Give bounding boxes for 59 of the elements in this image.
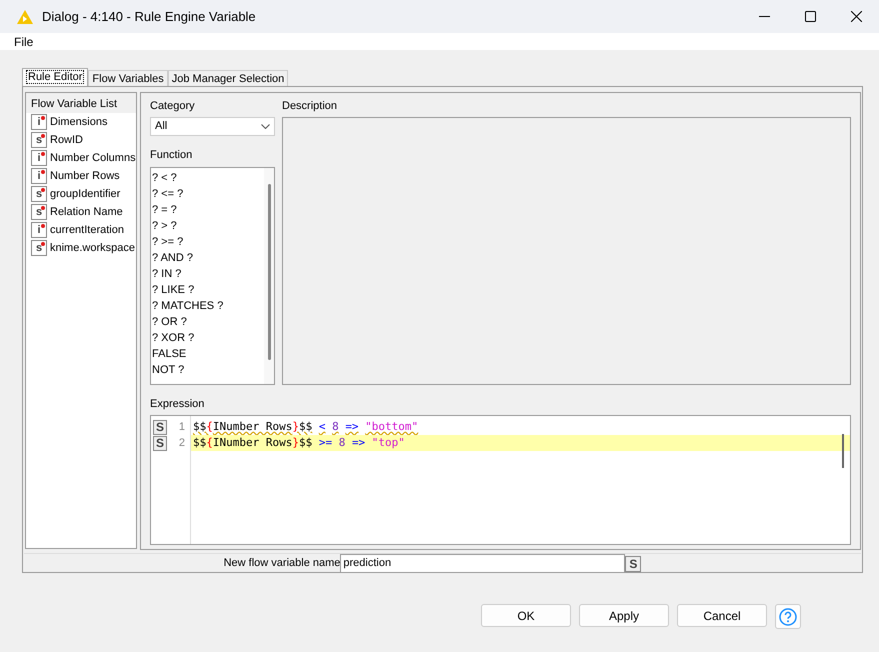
flow-variable-item[interactable]: s knime.workspace	[26, 239, 136, 257]
variable-type-button[interactable]: S	[625, 556, 642, 572]
maximize-icon	[804, 11, 816, 22]
variable-name-field[interactable]: prediction	[340, 554, 626, 573]
field-label: Category	[150, 99, 196, 114]
function-item[interactable]: ? <= ?	[151, 186, 264, 202]
function-item[interactable]: ? AND ?	[151, 250, 264, 266]
line-number: 2	[178, 436, 185, 451]
flow-variable-item[interactable]: s Relation Name	[26, 203, 136, 221]
flow-variable-item[interactable]: i currentIteration	[26, 221, 136, 239]
function-item[interactable]: ? >= ?	[151, 234, 264, 250]
dialog-button[interactable]: Apply	[579, 604, 669, 627]
scrollbar[interactable]	[842, 434, 844, 468]
minimize-icon	[758, 16, 770, 18]
panel-title: Flow Variable List	[30, 97, 118, 112]
function-item[interactable]: NOT ?	[151, 362, 264, 378]
flow-variable-item[interactable]: s RowID	[26, 131, 136, 149]
close-icon	[850, 11, 862, 22]
integer-type-icon: i	[31, 114, 47, 130]
code-line: $${INumber Rows}$$ < 8 => "bottom"	[192, 419, 420, 435]
flow-variable-item[interactable]: i Number Columns	[26, 149, 136, 167]
string-type-icon: s	[31, 204, 47, 220]
line-number: 1	[178, 420, 185, 435]
chevron-down-icon	[261, 124, 270, 129]
function-item[interactable]: ? = ?	[151, 202, 264, 218]
help-icon	[779, 608, 797, 626]
function-item[interactable]: ? OR ?	[151, 314, 264, 330]
function-item[interactable]: ? IN ?	[151, 266, 264, 282]
expression-editor[interactable]: S 1 S 2 $${INumber Rows}$$ < 8 => "bottom" $${INumber Rows}$$ >= 8 => "top"	[150, 415, 851, 545]
function-item[interactable]: ? > ?	[151, 218, 264, 234]
category-dropdown[interactable]: All	[150, 117, 275, 136]
function-item[interactable]: ? < ?	[151, 170, 264, 186]
field-label: Function	[150, 148, 194, 163]
dialog-button[interactable]: Cancel	[677, 604, 767, 627]
flow-variable-item[interactable]: s groupIdentifier	[26, 185, 136, 203]
help-button[interactable]	[775, 604, 801, 629]
dialog-button[interactable]: OK	[481, 604, 571, 627]
scrollbar[interactable]	[264, 168, 274, 384]
function-item[interactable]: ? MATCHES ?	[151, 298, 264, 314]
integer-type-icon: i	[31, 168, 47, 184]
tab[interactable]: Job Manager Selection	[168, 70, 288, 86]
integer-type-icon: i	[31, 150, 47, 166]
flow-variable-item[interactable]: i Number Rows	[26, 167, 136, 185]
integer-type-icon: i	[31, 222, 47, 238]
window-title: Dialog - 4:140 - Rule Engine Variable	[42, 8, 256, 26]
menu-item[interactable]: File	[14, 32, 34, 50]
app-logo-icon	[16, 8, 34, 24]
string-type-icon: s	[31, 240, 47, 256]
field-label: New flow variable name	[224, 556, 340, 572]
function-item[interactable]: ? XOR ?	[151, 330, 264, 346]
function-item[interactable]: FALSE	[151, 346, 264, 362]
function-item[interactable]: ? LIKE ?	[151, 282, 264, 298]
flow-variable-item[interactable]: i Dimensions	[26, 113, 136, 131]
tab[interactable]: Flow Variables	[88, 70, 168, 86]
tab[interactable]: Rule Editor	[22, 68, 88, 86]
field-label: Expression	[150, 397, 206, 412]
field-label: Description	[282, 99, 338, 114]
string-type-icon: s	[31, 132, 47, 148]
string-type-icon: s	[31, 186, 47, 202]
